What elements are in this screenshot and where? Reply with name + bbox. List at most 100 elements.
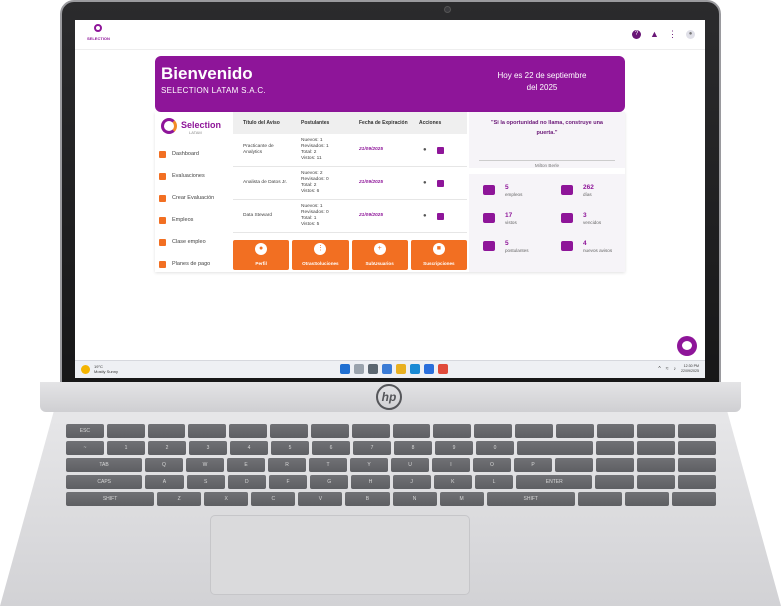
tile-label: SubUsuarios (365, 261, 394, 266)
view-icon[interactable]: ● (423, 213, 427, 219)
key: SHIFT (486, 492, 575, 506)
tile-otras-soluciones[interactable]: ⋮ OtrasSoluciones (292, 240, 349, 270)
card-icon: ■ (432, 243, 445, 255)
view-icon[interactable]: ● (423, 147, 427, 153)
key: ~ (66, 441, 104, 455)
key (188, 424, 227, 438)
key: Y (350, 458, 388, 472)
tile-label: Suscripciones (423, 261, 455, 266)
sidebar-item-planes-de-pago[interactable]: Planes de pago (159, 257, 231, 271)
key: 8 (394, 441, 432, 455)
chevron-up-icon[interactable]: ^ (658, 366, 660, 372)
key (636, 475, 675, 489)
taskbar-apps (340, 364, 448, 374)
edge-icon[interactable] (410, 364, 420, 374)
sidebar-logo[interactable]: Selection LATAM (161, 116, 229, 142)
sidebar-item-crear-evaluacion[interactable]: Crear Evaluación (159, 191, 231, 205)
file-explorer-icon[interactable] (396, 364, 406, 374)
laptop-photo: ESC ~1 2 3 4 5 6 7 8 9 0 TAB Q W E R T Y U I O P CAPS A S D F G H… (0, 0, 781, 606)
sidebar: Selection LATAM Dashboard Evaluaciones C… (155, 112, 231, 272)
chat-app-icon[interactable] (382, 364, 392, 374)
sidebar-item-evaluaciones[interactable]: Evaluaciones (159, 169, 231, 183)
touchpad (210, 515, 470, 595)
stat-label: nuevos avisos (583, 248, 613, 253)
edit-icon[interactable] (436, 179, 444, 187)
stat-label: postulantes (505, 248, 529, 253)
key: K (433, 475, 472, 489)
logo-word: SELECTION (87, 36, 110, 41)
stat-value: 5 (505, 240, 509, 247)
user-avatar-icon[interactable]: ● (686, 30, 695, 39)
search-icon[interactable] (354, 364, 364, 374)
stat-label: empleos (505, 192, 523, 197)
sidebar-item-clase-empleo[interactable]: Clase empleo (159, 235, 231, 249)
view-icon[interactable]: ● (423, 180, 427, 186)
apps-grid-icon[interactable]: ⋮ (668, 30, 677, 39)
stat-label: vistos (505, 220, 517, 225)
app-logo[interactable]: SELECTION (87, 24, 110, 46)
sidebar-item-dashboard[interactable]: Dashboard (159, 147, 231, 161)
tile-label: OtrasSoluciones (302, 261, 339, 266)
sun-icon (81, 364, 90, 374)
sidebar-item-label: Planes de pago (172, 261, 211, 267)
actions-cell: ● (409, 179, 467, 187)
windows-start-icon[interactable] (340, 364, 350, 374)
key (637, 424, 676, 438)
table-row: Analista de Datos Jr. Nuevos: 2 Revisado… (233, 167, 467, 200)
stat-value: 4 (583, 240, 587, 247)
key: ESC (66, 424, 104, 438)
chrome-icon[interactable] (438, 364, 448, 374)
applicants-icon (483, 241, 495, 251)
help-icon[interactable]: ? (632, 30, 641, 39)
quick-tiles: ● Perfil ⋮ OtrasSoluciones + SubUsuarios… (233, 240, 467, 270)
bell-icon[interactable]: ▲ (650, 30, 659, 39)
sidebar-item-label: Empleos (172, 217, 194, 223)
key: T (309, 458, 347, 472)
sidebar-item-empleos[interactable]: Empleos (159, 213, 231, 227)
stat-nuevos-avisos: 4 nuevos avisos (561, 240, 631, 260)
key: J (392, 475, 431, 489)
key (596, 424, 635, 438)
taskbar: 19°C Mostly Sunny ^ ≈ ♪ 12:30 PM 22/09/2… (75, 360, 705, 378)
key: A (145, 475, 184, 489)
company-name: SELECTION LATAM S.A.C. (161, 86, 266, 95)
key (678, 424, 716, 438)
applicants-cell: Nuevos: 2 Revisados: 0 Total: 2 Vistos: … (291, 171, 349, 195)
key: 5 (271, 441, 309, 455)
screen: SELECTION ? ▲ ⋮ ● Bienvenido SELECTION L… (75, 20, 705, 360)
store-icon[interactable] (424, 364, 434, 374)
evaluations-icon (159, 172, 166, 180)
eye-icon (483, 213, 495, 223)
key: 6 (312, 441, 350, 455)
hp-logo: hp (376, 384, 402, 410)
applicants-viewed: Vistos: 6 (301, 189, 320, 194)
key: E (227, 458, 265, 472)
new-jobs-icon (561, 241, 573, 251)
volume-icon[interactable]: ♪ (674, 366, 677, 372)
actions-cell: ● (409, 212, 467, 220)
tile-perfil[interactable]: ● Perfil (233, 240, 290, 270)
expiration-date: 21/09/2025 (359, 180, 384, 185)
clock[interactable]: 12:30 PM 22/09/2025 (681, 364, 699, 374)
tile-suscripciones[interactable]: ■ Suscripciones (410, 240, 467, 270)
sidebar-item-label: Evaluaciones (172, 173, 205, 179)
edit-icon[interactable] (436, 212, 444, 220)
top-bar: SELECTION ? ▲ ⋮ ● (75, 20, 705, 50)
weather-widget[interactable]: 19°C Mostly Sunny (81, 364, 118, 374)
task-view-icon[interactable] (368, 364, 378, 374)
key: ENTER (516, 475, 593, 489)
key (637, 441, 675, 455)
applicants-viewed: Vistos: 5 (301, 222, 320, 227)
column-header: Postulantes (301, 120, 330, 126)
stat-vistos: 17 vistos (483, 212, 553, 232)
quote-author: Milton Berle (479, 160, 615, 168)
edit-icon[interactable] (436, 146, 444, 154)
tile-subusuarios[interactable]: + SubUsuarios (351, 240, 408, 270)
keyboard: ESC ~1 2 3 4 5 6 7 8 9 0 TAB Q W E R T Y U I O P CAPS A S D F G H… (65, 424, 717, 510)
key (678, 458, 716, 472)
expiration-date: 21/09/2025 (359, 147, 384, 152)
key: 1 (107, 441, 145, 455)
chat-button[interactable] (677, 336, 697, 356)
key (624, 492, 669, 506)
wifi-icon[interactable]: ≈ (666, 366, 669, 372)
